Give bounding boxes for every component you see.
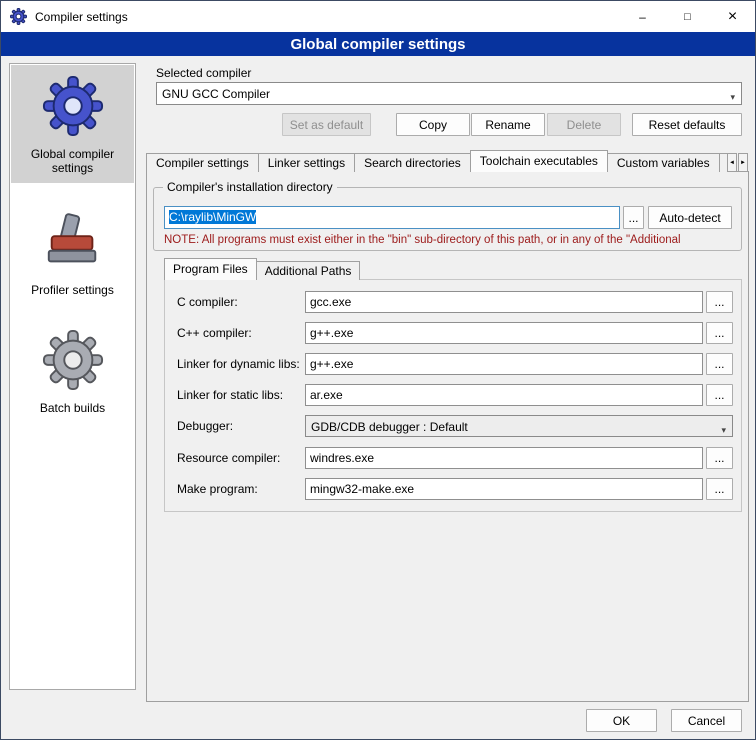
tab-custom-variables[interactable]: Custom variables	[607, 153, 720, 172]
reset-defaults-button[interactable]: Reset defaults	[632, 113, 742, 136]
subtab-additional-paths[interactable]: Additional Paths	[256, 261, 361, 280]
left-arrow-icon: ◄	[729, 160, 735, 166]
browse-button[interactable]: ...	[706, 447, 733, 469]
selected-compiler-value: GNU GCC Compiler	[162, 87, 270, 101]
field-row: Linker for static libs: ...	[165, 384, 741, 406]
titlebar: Compiler settings – □ ×	[1, 1, 755, 32]
tab-build-options[interactable]: Build options	[719, 153, 727, 172]
close-button[interactable]: ×	[710, 1, 755, 32]
debugger-label: Debugger:	[177, 419, 233, 433]
app-icon	[10, 8, 27, 25]
selected-compiler-label: Selected compiler	[156, 66, 251, 80]
grey-gear-icon	[42, 329, 104, 391]
auto-detect-button[interactable]: Auto-detect	[648, 206, 732, 229]
bin-subdirectory-note: NOTE: All programs must exist either in …	[164, 234, 736, 246]
resource-compiler-input[interactable]	[305, 447, 703, 469]
window-controls: – □ ×	[620, 1, 755, 32]
chevron-down-icon: ▾	[730, 89, 735, 105]
cpp-compiler-label: C++ compiler:	[177, 326, 252, 340]
window-title: Compiler settings	[35, 10, 128, 24]
field-row: Resource compiler: ...	[165, 447, 741, 469]
linker-dynamic-input[interactable]	[305, 353, 703, 375]
ok-button[interactable]: OK	[586, 709, 657, 732]
sidebar: Global compiler settings Profiler settin…	[9, 63, 136, 690]
sidebar-item-profiler-settings[interactable]: Profiler settings	[11, 201, 134, 305]
profiler-tool-icon	[42, 211, 104, 273]
tab-scroll-right-button[interactable]: ►	[738, 153, 748, 172]
minimize-button[interactable]: –	[620, 1, 665, 32]
maximize-icon: □	[684, 11, 691, 23]
field-row: Make program: ...	[165, 478, 741, 500]
right-arrow-icon: ►	[740, 160, 746, 166]
tab-toolchain-executables[interactable]: Toolchain executables	[470, 150, 608, 172]
selected-compiler-select[interactable]: GNU GCC Compiler ▾	[156, 82, 742, 105]
minimize-icon: –	[639, 10, 646, 24]
chevron-down-icon: ▾	[721, 422, 726, 437]
cpp-compiler-input[interactable]	[305, 322, 703, 344]
browse-button[interactable]: ...	[706, 353, 733, 375]
linker-static-input[interactable]	[305, 384, 703, 406]
sidebar-item-batch-builds[interactable]: Batch builds	[11, 319, 134, 423]
browse-button[interactable]: ...	[706, 291, 733, 313]
installation-directory-value: C:\raylib\MinGW	[169, 210, 256, 224]
sidebar-item-global-compiler-settings[interactable]: Global compiler settings	[11, 65, 134, 183]
sidebar-item-label: Global compiler settings	[13, 147, 132, 175]
tab-linker-settings[interactable]: Linker settings	[258, 153, 355, 172]
linker-dynamic-label: Linker for dynamic libs:	[177, 357, 300, 371]
close-icon: ×	[728, 8, 737, 26]
field-row: C++ compiler: ...	[165, 322, 741, 344]
subtab-strip: Program Files Additional Paths	[164, 258, 360, 280]
field-row: C compiler: ...	[165, 291, 741, 313]
rename-button[interactable]: Rename	[471, 113, 545, 136]
field-row: Debugger: GDB/CDB debugger : Default ▾	[165, 415, 741, 437]
browse-button[interactable]: ...	[706, 384, 733, 406]
installation-directory-group-title: Compiler's installation directory	[163, 180, 337, 194]
make-program-label: Make program:	[177, 482, 258, 496]
delete-button[interactable]: Delete	[547, 113, 621, 136]
cancel-button[interactable]: Cancel	[671, 709, 742, 732]
debugger-select[interactable]: GDB/CDB debugger : Default ▾	[305, 415, 733, 437]
tab-scroll-left-button[interactable]: ◄	[727, 153, 737, 172]
linker-static-label: Linker for static libs:	[177, 388, 283, 402]
c-compiler-label: C compiler:	[177, 295, 238, 309]
browse-button[interactable]: ...	[706, 478, 733, 500]
c-compiler-input[interactable]	[305, 291, 703, 313]
program-files-panel: C compiler: ... C++ compiler: ... Linker…	[164, 279, 742, 512]
copy-button[interactable]: Copy	[396, 113, 470, 136]
sidebar-item-label: Batch builds	[13, 401, 132, 415]
browse-directory-button[interactable]: ...	[623, 206, 644, 229]
dialog-banner: Global compiler settings	[1, 32, 755, 56]
tab-compiler-settings[interactable]: Compiler settings	[146, 153, 259, 172]
set-as-default-button[interactable]: Set as default	[282, 113, 371, 136]
subtab-program-files[interactable]: Program Files	[164, 258, 257, 280]
compiler-settings-window: Compiler settings – □ × Global compiler …	[0, 0, 756, 740]
tab-search-directories[interactable]: Search directories	[354, 153, 471, 172]
debugger-value: GDB/CDB debugger : Default	[311, 420, 468, 434]
resource-compiler-label: Resource compiler:	[177, 451, 280, 465]
make-program-input[interactable]	[305, 478, 703, 500]
field-row: Linker for dynamic libs: ...	[165, 353, 741, 375]
installation-directory-input[interactable]: C:\raylib\MinGW	[164, 206, 620, 229]
tab-strip: Compiler settings Linker settings Search…	[146, 150, 727, 172]
maximize-button[interactable]: □	[665, 1, 710, 32]
sidebar-item-label: Profiler settings	[13, 283, 132, 297]
blue-gear-icon	[42, 75, 104, 137]
browse-button[interactable]: ...	[706, 322, 733, 344]
tab-scroll-arrows: ◄ ►	[727, 153, 748, 172]
